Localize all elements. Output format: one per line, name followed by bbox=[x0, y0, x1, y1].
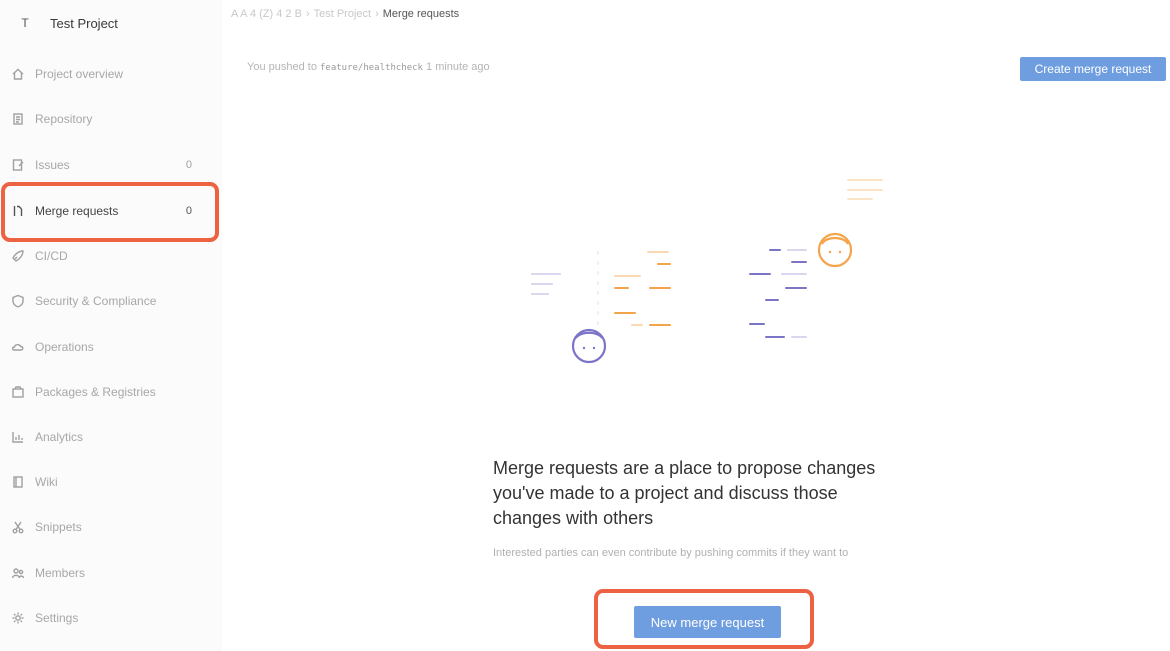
chart-icon bbox=[10, 429, 26, 445]
sidebar-item-project-overview[interactable]: Project overview bbox=[0, 61, 205, 87]
breadcrumb-current[interactable]: Merge requests bbox=[383, 8, 459, 20]
sidebar-item-wiki[interactable]: Wiki bbox=[0, 469, 205, 495]
sidebar-item-label: Packages & Registries bbox=[35, 385, 156, 399]
breadcrumb: A A 4 (Z) 4 2 B › Test Project › Merge r… bbox=[231, 8, 459, 20]
rocket-icon bbox=[10, 248, 26, 264]
new-merge-request-highlight bbox=[594, 589, 814, 649]
push-notice-suffix: 1 minute ago bbox=[426, 61, 490, 73]
sidebar-item-label: Analytics bbox=[35, 430, 84, 444]
users-icon bbox=[10, 565, 26, 581]
sidebar-item-label: Security & Compliance bbox=[35, 294, 157, 308]
sidebar-item-label: Repository bbox=[35, 112, 93, 126]
shield-icon bbox=[10, 293, 26, 309]
push-notice-prefix: You pushed to bbox=[247, 61, 317, 73]
breadcrumb-separator: › bbox=[375, 8, 379, 20]
sidebar-item-label: Snippets bbox=[35, 520, 82, 534]
push-notice: You pushed to feature/healthcheck 1 minu… bbox=[247, 61, 490, 73]
book-icon bbox=[10, 474, 26, 490]
orange-face-icon bbox=[817, 232, 853, 268]
merge-requests-highlight bbox=[1, 182, 219, 242]
sidebar-item-repository[interactable]: Repository bbox=[0, 106, 205, 132]
sidebar-item-label: Wiki bbox=[35, 475, 58, 489]
sidebar-item-label: Project overview bbox=[35, 67, 124, 81]
breadcrumb-separator: › bbox=[305, 8, 310, 20]
sidebar-item-label: Operations bbox=[35, 340, 94, 354]
gear-icon bbox=[10, 610, 26, 626]
sidebar: T Test Project Project overview Reposito… bbox=[0, 0, 222, 651]
scissors-icon bbox=[10, 519, 26, 535]
sidebar-item-label: Issues bbox=[35, 158, 70, 172]
sidebar-item-members[interactable]: Members bbox=[0, 560, 205, 586]
breadcrumb-project[interactable]: Test Project bbox=[314, 8, 371, 20]
sidebar-item-settings[interactable]: Settings bbox=[0, 605, 205, 631]
package-icon bbox=[10, 384, 26, 400]
sidebar-item-operations[interactable]: Operations bbox=[0, 334, 205, 360]
sidebar-item-analytics[interactable]: Analytics bbox=[0, 424, 205, 450]
sidebar-item-security-compliance[interactable]: Security & Compliance bbox=[0, 288, 205, 314]
project-header[interactable]: T Test Project bbox=[16, 12, 118, 34]
cloud-icon bbox=[10, 339, 26, 355]
home-icon bbox=[10, 66, 26, 82]
sidebar-item-label: CI/CD bbox=[35, 249, 68, 263]
sidebar-item-snippets[interactable]: Snippets bbox=[0, 514, 205, 540]
doc-icon bbox=[10, 111, 26, 127]
issues-count: 0 bbox=[185, 159, 192, 171]
sidebar-item-packages-registries[interactable]: Packages & Registries bbox=[0, 379, 205, 405]
project-avatar: T bbox=[21, 16, 29, 30]
create-merge-request-button[interactable]: Create merge request bbox=[1020, 57, 1166, 81]
sidebar-item-label: Settings bbox=[35, 611, 79, 625]
breadcrumb-parent[interactable]: A A 4 (Z) 4 2 B bbox=[231, 8, 302, 20]
issues-icon bbox=[10, 157, 26, 173]
project-name[interactable]: Test Project bbox=[50, 16, 118, 31]
purple-face-icon bbox=[571, 328, 607, 364]
push-notice-branch: feature/healthcheck bbox=[320, 63, 423, 73]
sidebar-item-issues[interactable]: Issues 0 bbox=[0, 152, 205, 178]
sidebar-item-label: Members bbox=[35, 566, 86, 580]
merge-requests-illustration bbox=[531, 179, 883, 364]
empty-state-title: Merge requests are a place to propose ch… bbox=[493, 458, 876, 528]
empty-state-subtitle: Interested parties can even contribute b… bbox=[493, 547, 849, 559]
sidebar-item-ci-cd[interactable]: CI/CD bbox=[0, 243, 205, 269]
